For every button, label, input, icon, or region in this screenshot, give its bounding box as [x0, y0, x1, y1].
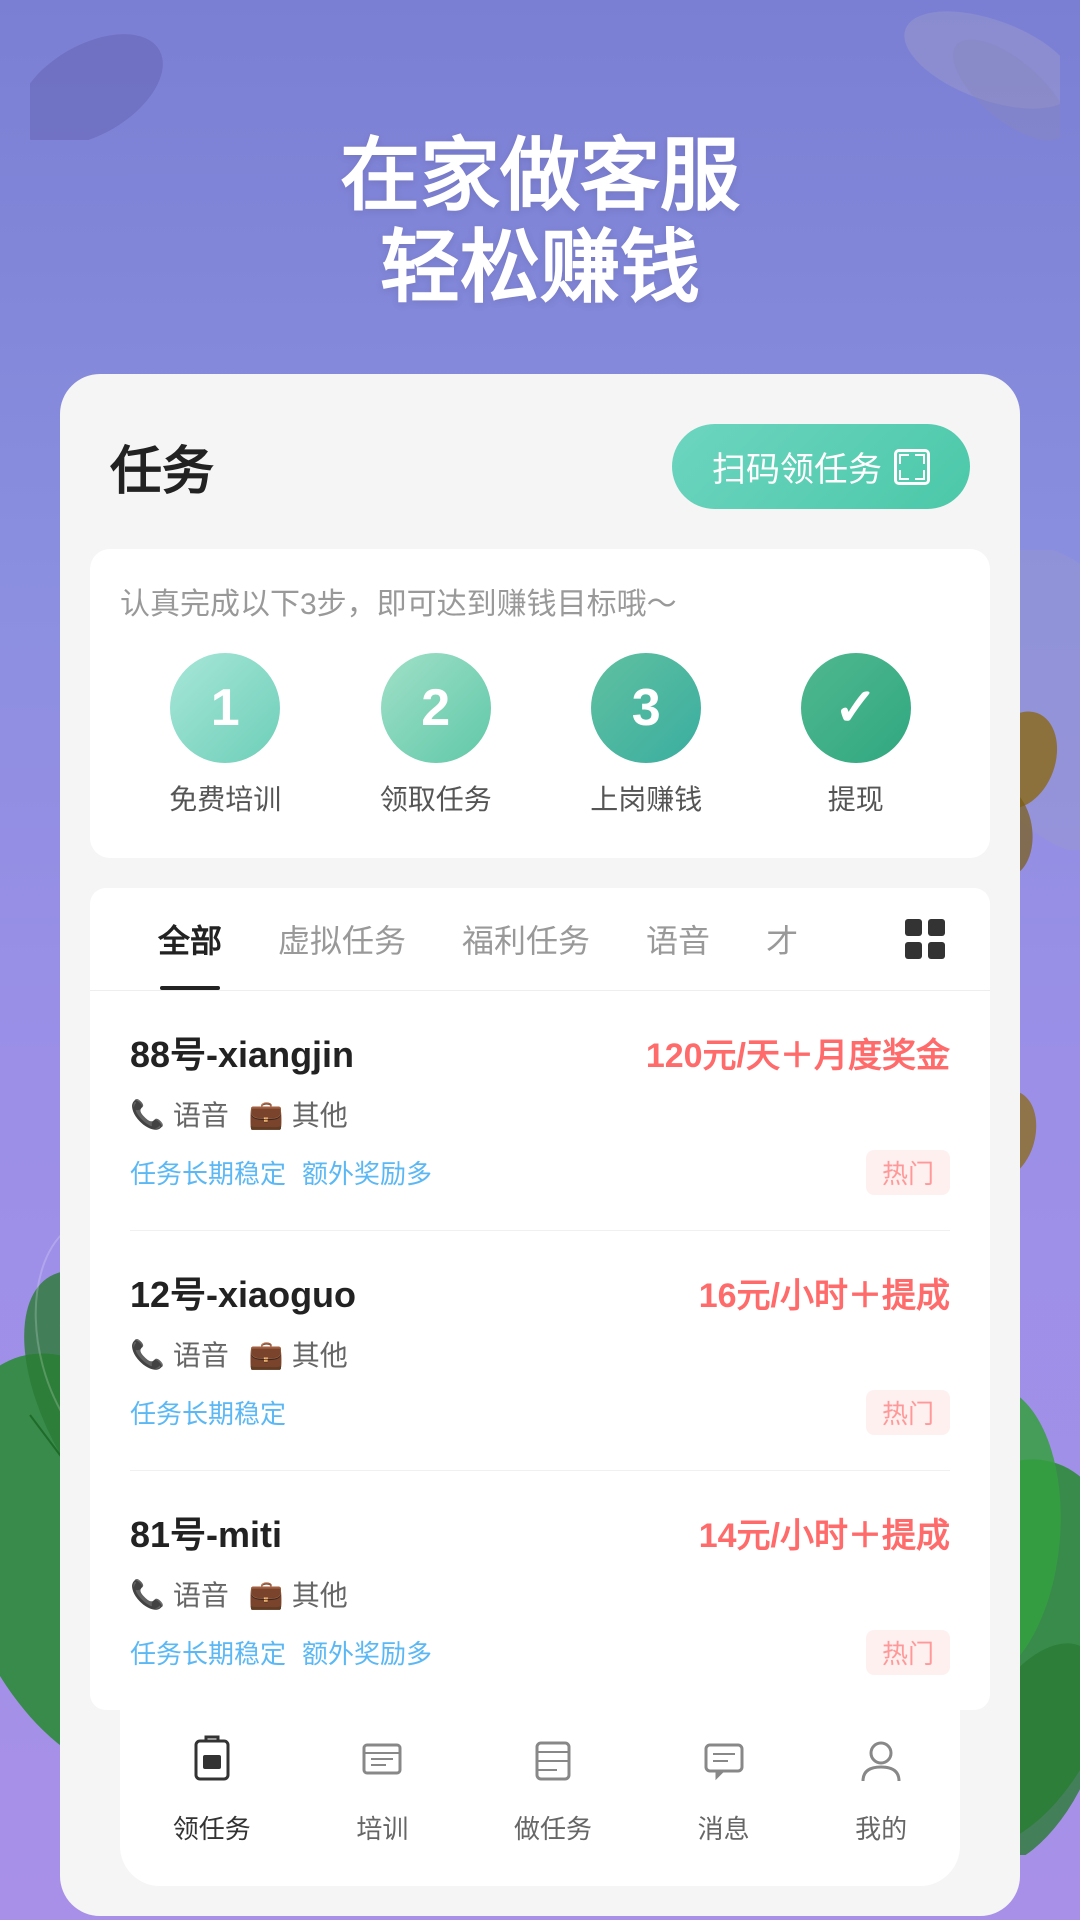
briefcase-icon-2: 💼 — [249, 1338, 284, 1371]
task-item-1[interactable]: 88号-xiangjin 120元/天＋月度奖金 📞 语音 💼 其他 任务长期稳… — [130, 991, 950, 1231]
task-2-label-1: 任务长期稳定 — [130, 1394, 286, 1431]
nav-icon-message — [698, 1735, 750, 1799]
task-2-top-row: 12号-xiaoguo 16元/小时＋提成 — [130, 1266, 950, 1318]
task-2-labels-left: 任务长期稳定 — [130, 1394, 286, 1431]
task-2-tag-voice: 📞 语音 — [130, 1334, 229, 1374]
nav-item-tasks[interactable]: 领任务 — [173, 1735, 251, 1846]
task-2-hot: 热门 — [866, 1390, 950, 1435]
steps-hint: 认真完成以下3步，即可达到赚钱目标哦～ — [120, 579, 960, 623]
nav-label-do-task: 做任务 — [514, 1809, 592, 1846]
card-title: 任务 — [110, 429, 214, 504]
task-3-hot: 热门 — [866, 1630, 950, 1675]
task-2-labels-row: 任务长期稳定 热门 — [130, 1390, 950, 1435]
step-item-3: 3 上岗赚钱 — [590, 653, 702, 818]
task-1-tag-other: 💼 其他 — [249, 1094, 348, 1134]
scan-btn-label: 扫码领任务 — [712, 442, 882, 491]
nav-label-training: 培训 — [356, 1809, 408, 1846]
nav-icon-training — [356, 1735, 408, 1799]
phone-icon: 📞 — [130, 1098, 165, 1131]
header-title-line1: 在家做客服 — [60, 130, 1020, 222]
phone-icon-2: 📞 — [130, 1338, 165, 1371]
briefcase-icon-3: 💼 — [249, 1578, 284, 1611]
task-3-labels-row: 任务长期稳定 额外奖励多 热门 — [130, 1630, 950, 1675]
briefcase-icon: 💼 — [249, 1098, 284, 1131]
step-item-4: ✓ 提现 — [801, 653, 911, 818]
tab-grid-icon[interactable] — [900, 914, 950, 964]
step-item-1: 1 免费培训 — [169, 653, 281, 818]
task-1-tags-row: 📞 语音 💼 其他 — [130, 1094, 950, 1134]
nav-label-tasks: 领任务 — [173, 1809, 251, 1846]
task-1-tag-voice: 📞 语音 — [130, 1094, 229, 1134]
nav-label-message: 消息 — [698, 1809, 750, 1846]
task-1-name: 88号-xiangjin — [130, 1026, 354, 1078]
scan-btn[interactable]: 扫码领任务 — [672, 424, 970, 509]
task-3-tag-other: 💼 其他 — [249, 1574, 348, 1614]
nav-icon-mine — [855, 1735, 907, 1799]
task-2-price: 16元/小时＋提成 — [699, 1268, 950, 1317]
task-3-name: 81号-miti — [130, 1506, 282, 1558]
task-3-top-row: 81号-miti 14元/小时＋提成 — [130, 1506, 950, 1558]
nav-item-message[interactable]: 消息 — [698, 1735, 750, 1846]
tab-all[interactable]: 全部 — [130, 888, 250, 990]
phone-icon-3: 📞 — [130, 1578, 165, 1611]
steps-section: 认真完成以下3步，即可达到赚钱目标哦～ 1 免费培训 2 领取任务 3 上岗赚钱… — [90, 549, 990, 858]
step-item-2: 2 领取任务 — [380, 653, 492, 818]
step-label-1: 免费培训 — [169, 778, 281, 818]
task-3-label-1: 任务长期稳定 — [130, 1634, 286, 1671]
bottom-nav: 领任务 培训 做任务 — [120, 1710, 960, 1886]
tab-virtual[interactable]: 虚拟任务 — [250, 888, 434, 990]
header-title-line2: 轻松赚钱 — [60, 222, 1020, 314]
step-label-3: 上岗赚钱 — [590, 778, 702, 818]
scan-icon — [894, 449, 930, 485]
tab-voice[interactable]: 语音 — [618, 888, 738, 990]
nav-item-mine[interactable]: 我的 — [855, 1735, 907, 1846]
header-title: 在家做客服 轻松赚钱 — [60, 130, 1020, 314]
task-1-price: 120元/天＋月度奖金 — [646, 1028, 950, 1077]
task-3-labels-left: 任务长期稳定 额外奖励多 — [130, 1634, 432, 1671]
task-2-name: 12号-xiaoguo — [130, 1266, 356, 1318]
task-3-tags-row: 📞 语音 💼 其他 — [130, 1574, 950, 1614]
step-label-4: 提现 — [828, 778, 884, 818]
tabs-section: 全部 虚拟任务 福利任务 语音 才 — [90, 888, 990, 991]
task-1-top-row: 88号-xiangjin 120元/天＋月度奖金 — [130, 1026, 950, 1078]
task-3-label-2: 额外奖励多 — [302, 1634, 432, 1671]
nav-item-training[interactable]: 培训 — [356, 1735, 408, 1846]
nav-icon-tasks — [186, 1735, 238, 1799]
task-item-2[interactable]: 12号-xiaoguo 16元/小时＋提成 📞 语音 💼 其他 任务长期稳定 热… — [130, 1231, 950, 1471]
step-label-2: 领取任务 — [380, 778, 492, 818]
tab-welfare[interactable]: 福利任务 — [434, 888, 618, 990]
nav-icon-do-task — [527, 1735, 579, 1799]
task-1-label-2: 额外奖励多 — [302, 1154, 432, 1191]
task-2-tags-row: 📞 语音 💼 其他 — [130, 1334, 950, 1374]
step-circle-1: 1 — [170, 653, 280, 763]
task-3-tag-voice: 📞 语音 — [130, 1574, 229, 1614]
step-circle-3: 3 — [591, 653, 701, 763]
step-circle-2: 2 — [381, 653, 491, 763]
step-circle-4: ✓ — [801, 653, 911, 763]
steps-row: 1 免费培训 2 领取任务 3 上岗赚钱 ✓ 提现 — [120, 653, 960, 818]
task-3-price: 14元/小时＋提成 — [699, 1508, 950, 1557]
tab-more[interactable]: 才 — [738, 888, 826, 990]
main-card: 任务 扫码领任务 认真完成以下3步，即可达到赚钱目标哦～ 1 免费培训 2 领取… — [60, 374, 1020, 1916]
header: 在家做客服 轻松赚钱 — [0, 0, 1080, 374]
task-1-labels-left: 任务长期稳定 额外奖励多 — [130, 1154, 432, 1191]
nav-item-do-task[interactable]: 做任务 — [514, 1735, 592, 1846]
task-item-3[interactable]: 81号-miti 14元/小时＋提成 📞 语音 💼 其他 任务长期稳定 额外奖励… — [130, 1471, 950, 1710]
task-1-hot: 热门 — [866, 1150, 950, 1195]
nav-label-mine: 我的 — [855, 1809, 907, 1846]
task-2-tag-other: 💼 其他 — [249, 1334, 348, 1374]
card-header: 任务 扫码领任务 — [60, 424, 1020, 549]
task-1-label-1: 任务长期稳定 — [130, 1154, 286, 1191]
task-1-labels-row: 任务长期稳定 额外奖励多 热门 — [130, 1150, 950, 1195]
task-list: 88号-xiangjin 120元/天＋月度奖金 📞 语音 💼 其他 任务长期稳… — [90, 991, 990, 1710]
